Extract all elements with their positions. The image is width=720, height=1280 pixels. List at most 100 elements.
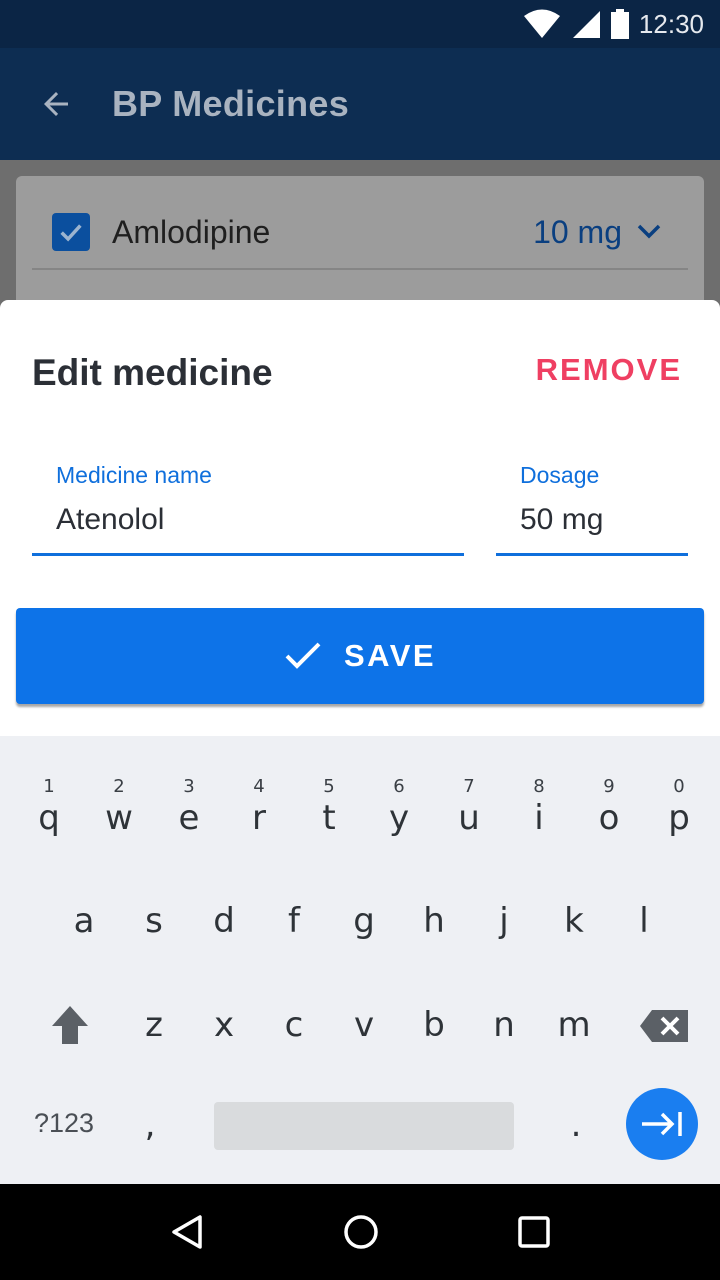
key-g[interactable]: g — [329, 896, 399, 946]
back-nav-icon[interactable] — [169, 1214, 205, 1250]
key-char: s — [145, 901, 163, 941]
key-x[interactable]: x — [189, 1000, 259, 1050]
save-label: SAVE — [343, 638, 437, 673]
backspace-icon — [640, 1010, 688, 1042]
recents-nav-icon[interactable] — [517, 1215, 551, 1249]
backspace-key[interactable] — [636, 1002, 692, 1050]
home-nav-icon[interactable] — [343, 1214, 379, 1250]
next-key[interactable] — [626, 1088, 698, 1160]
dosage-field[interactable]: Dosage 50 mg — [496, 462, 688, 556]
key-c[interactable]: c — [259, 1000, 329, 1050]
space-bar[interactable] — [214, 1102, 514, 1150]
key-b[interactable]: b — [399, 1000, 469, 1050]
shift-icon — [52, 1006, 88, 1044]
key-hint: 2 — [113, 776, 125, 797]
page-title: BP Medicines — [112, 83, 350, 124]
wifi-icon — [523, 9, 560, 38]
key-f[interactable]: f — [259, 896, 329, 946]
arrow-back-icon — [44, 92, 68, 116]
dosage-value: 10 mg — [533, 213, 622, 250]
key-p[interactable]: 0p — [644, 746, 714, 846]
key-w[interactable]: 2w — [84, 746, 154, 846]
key-char: v — [353, 1005, 375, 1045]
key-char: f — [288, 901, 300, 941]
sheet-title: Edit medicine — [32, 352, 273, 393]
key-i[interactable]: 8i — [504, 746, 574, 846]
key-k[interactable]: k — [539, 896, 609, 946]
key-char: i — [534, 798, 544, 838]
battery-icon — [610, 9, 629, 39]
key-q[interactable]: 1q — [14, 746, 84, 846]
medicine-row[interactable]: Amlodipine 10 mg — [32, 196, 688, 270]
key-hint: 1 — [43, 776, 55, 797]
shift-key[interactable] — [36, 1000, 104, 1050]
key-char: d — [213, 901, 235, 941]
clock: 12:30 — [638, 8, 704, 39]
dosage-input[interactable]: 50 mg — [520, 503, 688, 537]
key-hint: 6 — [393, 776, 405, 797]
medicine-name-input[interactable]: Atenolol — [56, 503, 464, 537]
key-m[interactable]: m — [539, 1000, 609, 1050]
key-char: u — [458, 798, 480, 838]
key-hint: 0 — [673, 776, 685, 797]
comma-char: , — [144, 1105, 156, 1145]
key-char: m — [557, 1005, 591, 1045]
key-o[interactable]: 9o — [574, 746, 644, 846]
dosage-label: Dosage — [520, 462, 600, 488]
remove-button[interactable]: REMOVE — [536, 352, 682, 388]
key-char: w — [105, 798, 133, 838]
key-u[interactable]: 7u — [434, 746, 504, 846]
key-char: z — [145, 1005, 163, 1045]
key-n[interactable]: n — [469, 1000, 539, 1050]
key-char: l — [639, 901, 649, 941]
key-hint: 9 — [603, 776, 615, 797]
key-hint: 7 — [463, 776, 475, 797]
key-z[interactable]: z — [119, 1000, 189, 1050]
key-char: t — [322, 798, 336, 838]
key-char: b — [423, 1005, 445, 1045]
key-char: h — [423, 901, 445, 941]
navigation-bar — [0, 1184, 720, 1280]
key-char: e — [178, 798, 200, 838]
period-key[interactable]: . — [556, 1100, 596, 1150]
key-char: j — [499, 901, 509, 941]
toolbar: BP Medicines — [0, 48, 720, 160]
key-char: q — [38, 798, 60, 838]
medicine-name-label: Medicine name — [56, 462, 212, 488]
key-t[interactable]: 5t — [294, 746, 364, 846]
signal-icon — [572, 11, 600, 38]
key-a[interactable]: a — [49, 896, 119, 946]
tab-next-icon — [642, 1112, 682, 1136]
key-char: c — [284, 1005, 304, 1045]
key-char: p — [668, 798, 690, 838]
key-y[interactable]: 6y — [364, 746, 434, 846]
key-h[interactable]: h — [399, 896, 469, 946]
field-underline — [32, 553, 464, 556]
key-hint: 3 — [183, 776, 195, 797]
key-j[interactable]: j — [469, 896, 539, 946]
checkbox-checked-icon[interactable] — [52, 213, 90, 251]
key-char: g — [353, 901, 375, 941]
key-char: k — [564, 901, 584, 941]
check-icon — [285, 642, 321, 669]
symbols-key[interactable]: ?123 — [34, 1108, 94, 1139]
dosage-dropdown[interactable]: 10 mg — [533, 214, 662, 251]
key-l[interactable]: l — [609, 896, 679, 946]
save-button[interactable]: SAVE — [16, 608, 704, 704]
key-e[interactable]: 3e — [154, 746, 224, 846]
key-hint: 5 — [323, 776, 335, 797]
chevron-down-icon — [637, 224, 661, 239]
medicine-name: Amlodipine — [112, 213, 271, 250]
key-d[interactable]: d — [189, 896, 259, 946]
key-v[interactable]: v — [329, 1000, 399, 1050]
medicine-name-field[interactable]: Medicine name Atenolol — [32, 462, 464, 556]
status-bar: 12:30 — [0, 0, 720, 48]
key-s[interactable]: s — [119, 896, 189, 946]
key-hint: 4 — [253, 776, 265, 797]
key-char: x — [213, 1005, 235, 1045]
back-button[interactable] — [0, 48, 112, 160]
comma-key[interactable]: , — [130, 1100, 170, 1150]
key-r[interactable]: 4r — [224, 746, 294, 846]
period-char: . — [570, 1105, 582, 1145]
key-char: r — [252, 798, 266, 838]
